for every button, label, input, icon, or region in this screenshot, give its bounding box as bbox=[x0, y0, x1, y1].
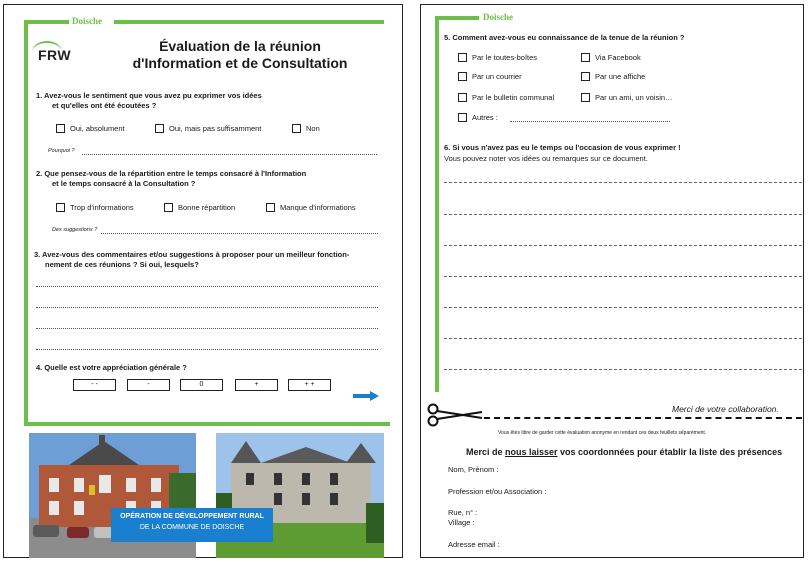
notes-line[interactable] bbox=[444, 214, 802, 215]
checkbox[interactable] bbox=[56, 203, 65, 212]
rating-negative[interactable]: - bbox=[127, 379, 170, 391]
question-3: 3. Avez-vous des commentaires et/ou sugg… bbox=[34, 250, 350, 269]
field-profession-label: Profession et/ou Association : bbox=[448, 487, 547, 496]
thanks-collaboration: Merci de votre collaboration. bbox=[672, 404, 779, 414]
notes-line[interactable] bbox=[444, 338, 802, 339]
question-6-subtext: Vous pouvez noter vos idées ou remarques… bbox=[444, 154, 648, 163]
q1-option-no[interactable]: Non bbox=[292, 124, 320, 133]
cut-line bbox=[484, 417, 802, 419]
q2-followup-label: Des suggestions ? bbox=[52, 227, 98, 233]
q2-option-too-little[interactable]: Manque d'informations bbox=[266, 203, 356, 212]
brand-tag: Doische bbox=[483, 12, 513, 22]
question-2: 2. Que pensez-vous de la répartition ent… bbox=[36, 169, 307, 188]
q3-answer-line[interactable] bbox=[36, 349, 378, 350]
checkbox[interactable] bbox=[292, 124, 301, 133]
green-frame-top-left bbox=[24, 20, 69, 24]
form-page-2: Doische bbox=[420, 4, 804, 558]
field-name-label: Nom, Prénom : bbox=[448, 465, 499, 474]
notes-line[interactable] bbox=[444, 245, 802, 246]
q5-option-friend[interactable]: Par un ami, un voisin… bbox=[581, 93, 673, 102]
q5-option-flyer[interactable]: Par le toutes-boîtes bbox=[458, 53, 537, 62]
q2-answer-line[interactable] bbox=[101, 233, 378, 234]
checkbox[interactable] bbox=[56, 124, 65, 133]
q5-option-letter[interactable]: Par un courrier bbox=[458, 72, 522, 81]
brand-tag: Doische bbox=[72, 16, 102, 26]
frw-logo: FRW bbox=[32, 41, 71, 63]
page-title-line2: d'Information et de Consultation bbox=[132, 55, 348, 71]
checkbox[interactable] bbox=[581, 72, 590, 81]
rating-very-negative[interactable]: - - bbox=[73, 379, 116, 391]
q1-answer-line[interactable] bbox=[82, 154, 377, 155]
q5-option-bulletin[interactable]: Par le bulletin communal bbox=[458, 93, 554, 102]
rural-development-banner: OPÉRATION DE DÉVELOPPEMENT RURAL DE LA C… bbox=[111, 508, 273, 542]
q2-option-balanced[interactable]: Bonne répartition bbox=[164, 203, 235, 212]
q5-option-poster[interactable]: Par une affiche bbox=[581, 72, 645, 81]
notes-line[interactable] bbox=[444, 307, 802, 308]
checkbox[interactable] bbox=[458, 72, 467, 81]
checkbox[interactable] bbox=[164, 203, 173, 212]
checkbox[interactable] bbox=[458, 93, 467, 102]
question-1: 1. Avez-vous le sentiment que vous avez … bbox=[36, 91, 262, 110]
q1-option-partly[interactable]: Oui, mais pas suffisamment bbox=[155, 124, 261, 133]
q3-answer-line[interactable] bbox=[36, 328, 378, 329]
green-frame-bottom bbox=[24, 422, 390, 426]
checkbox[interactable] bbox=[155, 124, 164, 133]
question-5: 5. Comment avez-vous eu connaissance de … bbox=[444, 33, 685, 42]
q2-option-too-much[interactable]: Trop d'informations bbox=[56, 203, 134, 212]
q5-option-facebook[interactable]: Via Facebook bbox=[581, 53, 641, 62]
q1-option-yes[interactable]: Oui, absolument bbox=[56, 124, 125, 133]
question-4: 4. Quelle est votre appréciation général… bbox=[36, 363, 187, 372]
q5-option-other[interactable]: Autres : bbox=[458, 113, 498, 122]
field-village-label: Village : bbox=[448, 518, 475, 527]
field-email-label: Adresse email : bbox=[448, 540, 500, 549]
contact-heading: Merci de nous laisser vos coordonnées po… bbox=[466, 447, 783, 457]
checkbox[interactable] bbox=[581, 93, 590, 102]
green-frame-left bbox=[24, 20, 28, 425]
checkbox[interactable] bbox=[581, 53, 590, 62]
q3-answer-line[interactable] bbox=[36, 286, 378, 287]
green-frame-top-left bbox=[435, 16, 479, 20]
notes-line[interactable] bbox=[444, 182, 802, 183]
anonymity-note: Vous êtes libre de garder cette évaluati… bbox=[498, 430, 707, 436]
rating-very-positive[interactable]: + + bbox=[288, 379, 331, 391]
rating-neutral[interactable]: 0 bbox=[180, 379, 223, 391]
green-frame-left bbox=[435, 16, 439, 392]
field-street-label: Rue, n° : bbox=[448, 508, 478, 517]
scissors-icon bbox=[427, 403, 483, 427]
rating-positive[interactable]: + bbox=[235, 379, 278, 391]
green-frame-top-right bbox=[114, 20, 384, 24]
checkbox[interactable] bbox=[266, 203, 275, 212]
notes-line[interactable] bbox=[444, 369, 802, 370]
page-title-line1: Évaluation de la réunion bbox=[159, 38, 321, 54]
checkbox[interactable] bbox=[458, 113, 467, 122]
q1-followup-label: Pourquoi ? bbox=[48, 148, 75, 154]
checkbox[interactable] bbox=[458, 53, 467, 62]
q3-answer-line[interactable] bbox=[36, 307, 378, 308]
question-6: 6. Si vous n'avez pas eu le temps ou l'o… bbox=[444, 143, 681, 152]
arrow-right-icon bbox=[353, 391, 379, 401]
notes-line[interactable] bbox=[444, 276, 802, 277]
q5-other-line[interactable] bbox=[510, 121, 670, 122]
